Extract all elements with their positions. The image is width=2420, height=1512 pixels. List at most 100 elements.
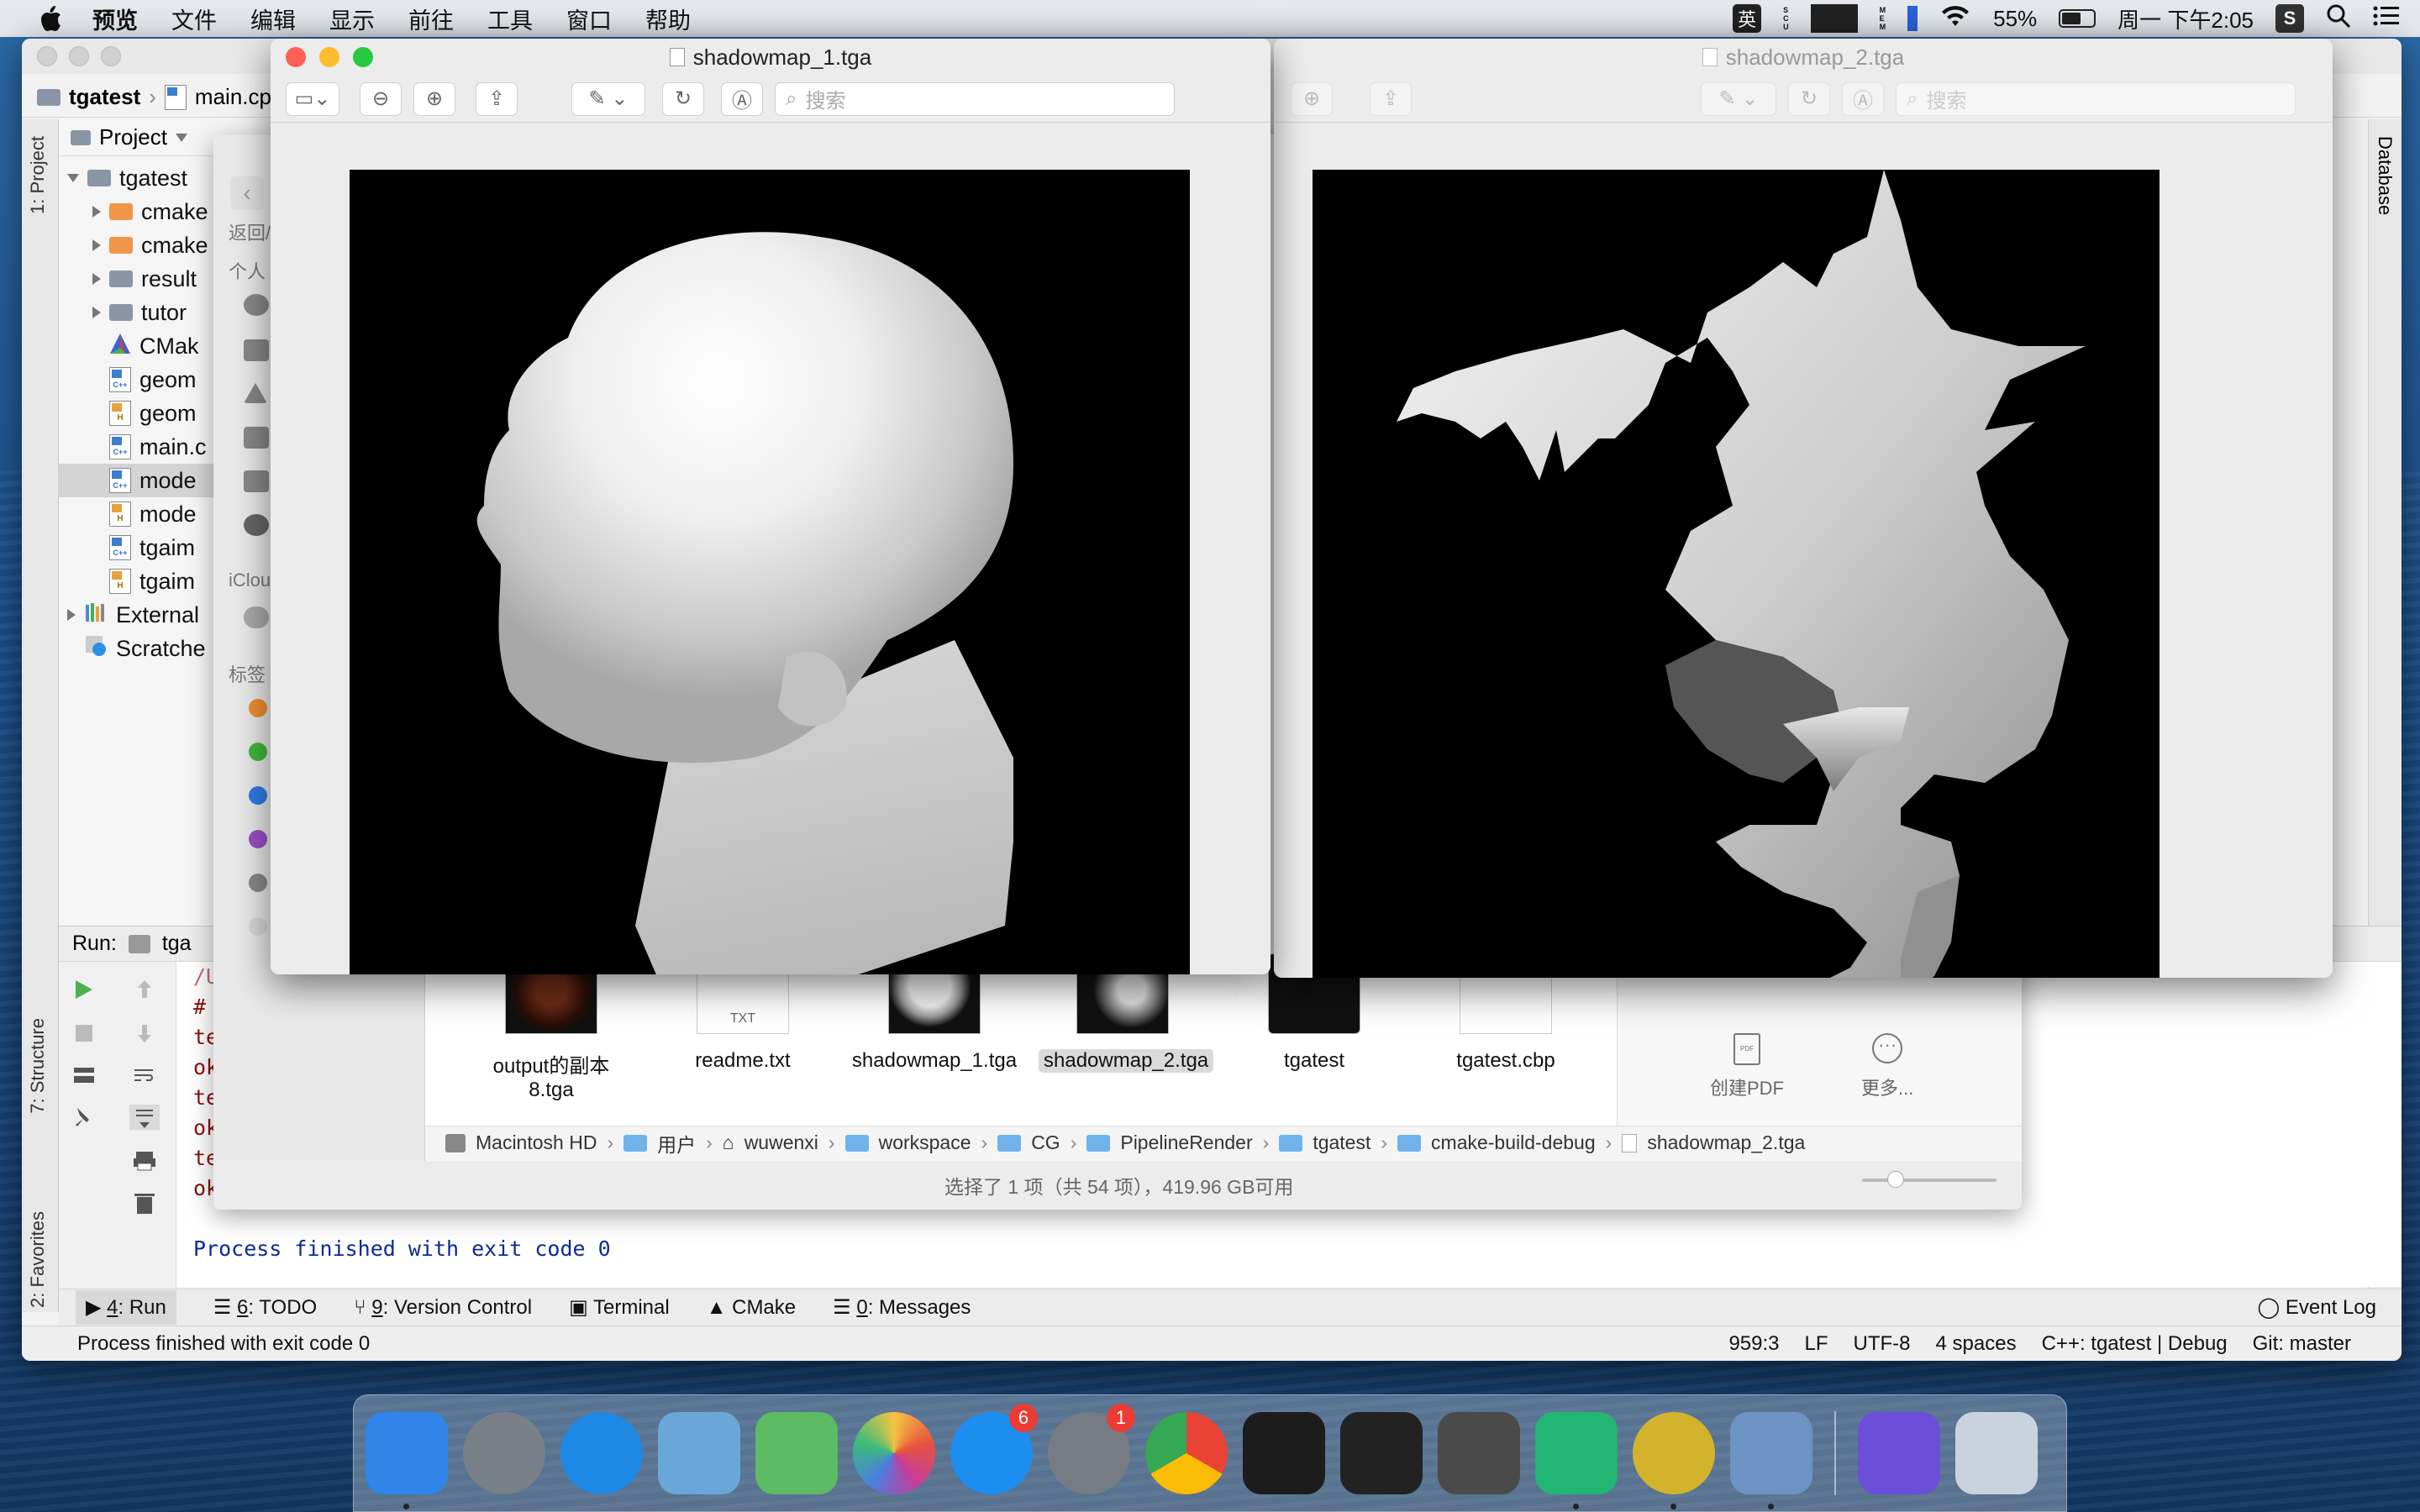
memory-monitor-icon[interactable]: MEM xyxy=(1880,6,1886,31)
dock-app-finder-icon[interactable] xyxy=(366,1412,448,1509)
battery-icon[interactable] xyxy=(2059,9,2096,28)
annotate-button[interactable]: Ⓐ xyxy=(1842,81,1884,116)
tab-structure[interactable]: 7: Structure xyxy=(27,1018,49,1114)
path-item[interactable]: Macintosh HD xyxy=(476,1131,597,1154)
menu-edit[interactable]: 编辑 xyxy=(250,3,296,35)
project-view-selector[interactable]: Project xyxy=(99,124,167,150)
path-item[interactable]: PipelineRender xyxy=(1120,1131,1252,1154)
menu-tools[interactable]: 工具 xyxy=(487,3,533,35)
menu-app-name[interactable]: 预览 xyxy=(92,3,138,35)
scroll-to-end-icon[interactable] xyxy=(129,1105,160,1130)
menu-help[interactable]: 帮助 xyxy=(645,3,691,35)
run-config-tab[interactable]: tga xyxy=(162,932,192,956)
zoom-out-button[interactable]: ⊖ xyxy=(360,81,402,116)
slider-knob[interactable] xyxy=(1887,1171,1904,1188)
menu-window[interactable]: 窗口 xyxy=(566,3,612,35)
git-branch[interactable]: Git: master xyxy=(2253,1332,2351,1356)
preview1-search[interactable]: ⌕ 搜索 xyxy=(775,81,1175,116)
chevron-right-icon[interactable] xyxy=(92,307,101,318)
path-item[interactable]: cmake-build-debug xyxy=(1431,1131,1596,1154)
layout-icon[interactable] xyxy=(69,1063,99,1088)
rerun-icon[interactable] xyxy=(69,977,99,1002)
tab-messages[interactable]: ☰ 0: Messages xyxy=(833,1295,971,1320)
print-icon[interactable] xyxy=(129,1148,160,1173)
tag-dot-icon[interactable] xyxy=(249,743,267,761)
dock-app-mail-icon[interactable] xyxy=(658,1412,740,1494)
downloads-icon[interactable] xyxy=(244,514,269,536)
path-item[interactable]: shadowmap_2.tga xyxy=(1647,1131,1805,1154)
clock[interactable]: 周一 下午2:05 xyxy=(2118,3,2254,34)
dock-app-clion-icon[interactable] xyxy=(1535,1412,1618,1509)
sublime-menu-icon[interactable]: S xyxy=(2275,4,2304,33)
event-log-button[interactable]: ◯ Event Log xyxy=(2257,1295,2376,1320)
battery-percent[interactable]: 55% xyxy=(1993,6,2037,32)
pin-icon[interactable] xyxy=(69,1105,99,1130)
menu-view[interactable]: 显示 xyxy=(329,3,375,35)
trash-icon[interactable] xyxy=(129,1190,160,1215)
path-item[interactable]: tgatest xyxy=(1313,1131,1370,1154)
sidebar-toggle-button[interactable]: ▭⌄ xyxy=(286,81,339,116)
documents-icon[interactable] xyxy=(244,470,269,492)
chevron-right-icon[interactable] xyxy=(92,273,101,285)
scroll-down-icon[interactable] xyxy=(129,1021,160,1046)
markup-button[interactable]: ✎ ⌄ xyxy=(1701,81,1776,116)
tag-dot-icon[interactable] xyxy=(249,830,267,848)
chevron-down-icon[interactable] xyxy=(67,174,79,182)
stop-icon[interactable] xyxy=(69,1021,99,1046)
dock-app-photos-icon[interactable] xyxy=(853,1412,935,1494)
dock-app-sublime-text-icon[interactable] xyxy=(1438,1412,1520,1494)
tab-run[interactable]: ▶ 4: Run xyxy=(76,1290,176,1325)
tab-cmake[interactable]: ▲ CMake xyxy=(707,1296,796,1320)
caret-position[interactable]: 959:3 xyxy=(1728,1332,1779,1356)
create-pdf-button[interactable]: PDF 创建PDF xyxy=(1710,1033,1784,1100)
path-item[interactable]: 用户 xyxy=(657,1129,696,1158)
close-button[interactable] xyxy=(37,46,57,66)
dock-app-mkv-icon[interactable] xyxy=(1858,1412,1940,1494)
minimize-button[interactable] xyxy=(69,46,89,66)
zoom-in-button[interactable]: ⊕ xyxy=(413,81,455,116)
status-message[interactable]: Process finished with exit code 0 xyxy=(77,1332,370,1356)
zoom-in-button[interactable]: ⊕ xyxy=(1291,81,1333,116)
chevron-right-icon[interactable] xyxy=(92,239,101,251)
tag-dot-icon[interactable] xyxy=(249,917,267,936)
dock-app-safari-icon[interactable] xyxy=(560,1412,643,1494)
dock-app-terminal-icon[interactable] xyxy=(1243,1412,1325,1494)
chevron-right-icon[interactable] xyxy=(92,206,101,218)
path-item[interactable]: wuwenxi xyxy=(744,1131,818,1154)
scroll-up-icon[interactable] xyxy=(129,977,160,1002)
tab-database[interactable]: Database xyxy=(2374,136,2396,215)
minimize-button[interactable] xyxy=(319,47,339,67)
back-icon[interactable]: ‹ xyxy=(230,176,264,210)
apple-menu-icon[interactable] xyxy=(34,2,67,35)
tag-dot-icon[interactable] xyxy=(249,699,267,717)
tag-dot-icon[interactable] xyxy=(249,874,267,892)
zoom-button[interactable] xyxy=(101,46,121,66)
path-item[interactable]: workspace xyxy=(879,1131,971,1154)
file-encoding[interactable]: UTF-8 xyxy=(1854,1332,1911,1356)
chevron-right-icon[interactable] xyxy=(67,609,76,621)
icon-size-slider[interactable] xyxy=(1862,1171,1996,1188)
dock-app-system-preferences-icon[interactable]: 1 xyxy=(1048,1404,1135,1494)
icloud-drive-icon[interactable] xyxy=(244,606,269,628)
preview2-search[interactable]: ⌕ 搜索 xyxy=(1896,81,2296,116)
wifi-icon[interactable] xyxy=(1939,4,1971,34)
desktop-icon[interactable] xyxy=(244,427,269,449)
rotate-button[interactable]: ↻ xyxy=(662,81,704,116)
close-button[interactable] xyxy=(286,47,306,67)
build-context[interactable]: C++: tgatest | Debug xyxy=(2042,1332,2228,1356)
dock-app-chrome-icon[interactable] xyxy=(1145,1412,1228,1494)
dock-app-trash-icon[interactable] xyxy=(1955,1412,2038,1494)
tab-project[interactable]: 1: Project xyxy=(27,136,49,214)
dock-app-launchpad-icon[interactable] xyxy=(463,1412,545,1494)
tab-todo[interactable]: ☰ 6: TODO xyxy=(213,1295,317,1320)
tab-terminal[interactable]: ▣ Terminal xyxy=(569,1295,670,1320)
breadcrumb-project[interactable]: tgatest xyxy=(69,84,140,110)
dock-app-unreal-engine-icon[interactable] xyxy=(1633,1412,1715,1509)
indent-setting[interactable]: 4 spaces xyxy=(1936,1332,2017,1356)
dock-app-activity-monitor-icon[interactable] xyxy=(1340,1412,1423,1494)
applications-icon[interactable] xyxy=(244,339,269,361)
breadcrumb-file[interactable]: main.cp xyxy=(195,84,271,110)
spotlight-search-icon[interactable] xyxy=(2326,3,2351,34)
annotate-button[interactable]: Ⓐ xyxy=(721,81,763,116)
rotate-button[interactable]: ↻ xyxy=(1788,81,1830,116)
